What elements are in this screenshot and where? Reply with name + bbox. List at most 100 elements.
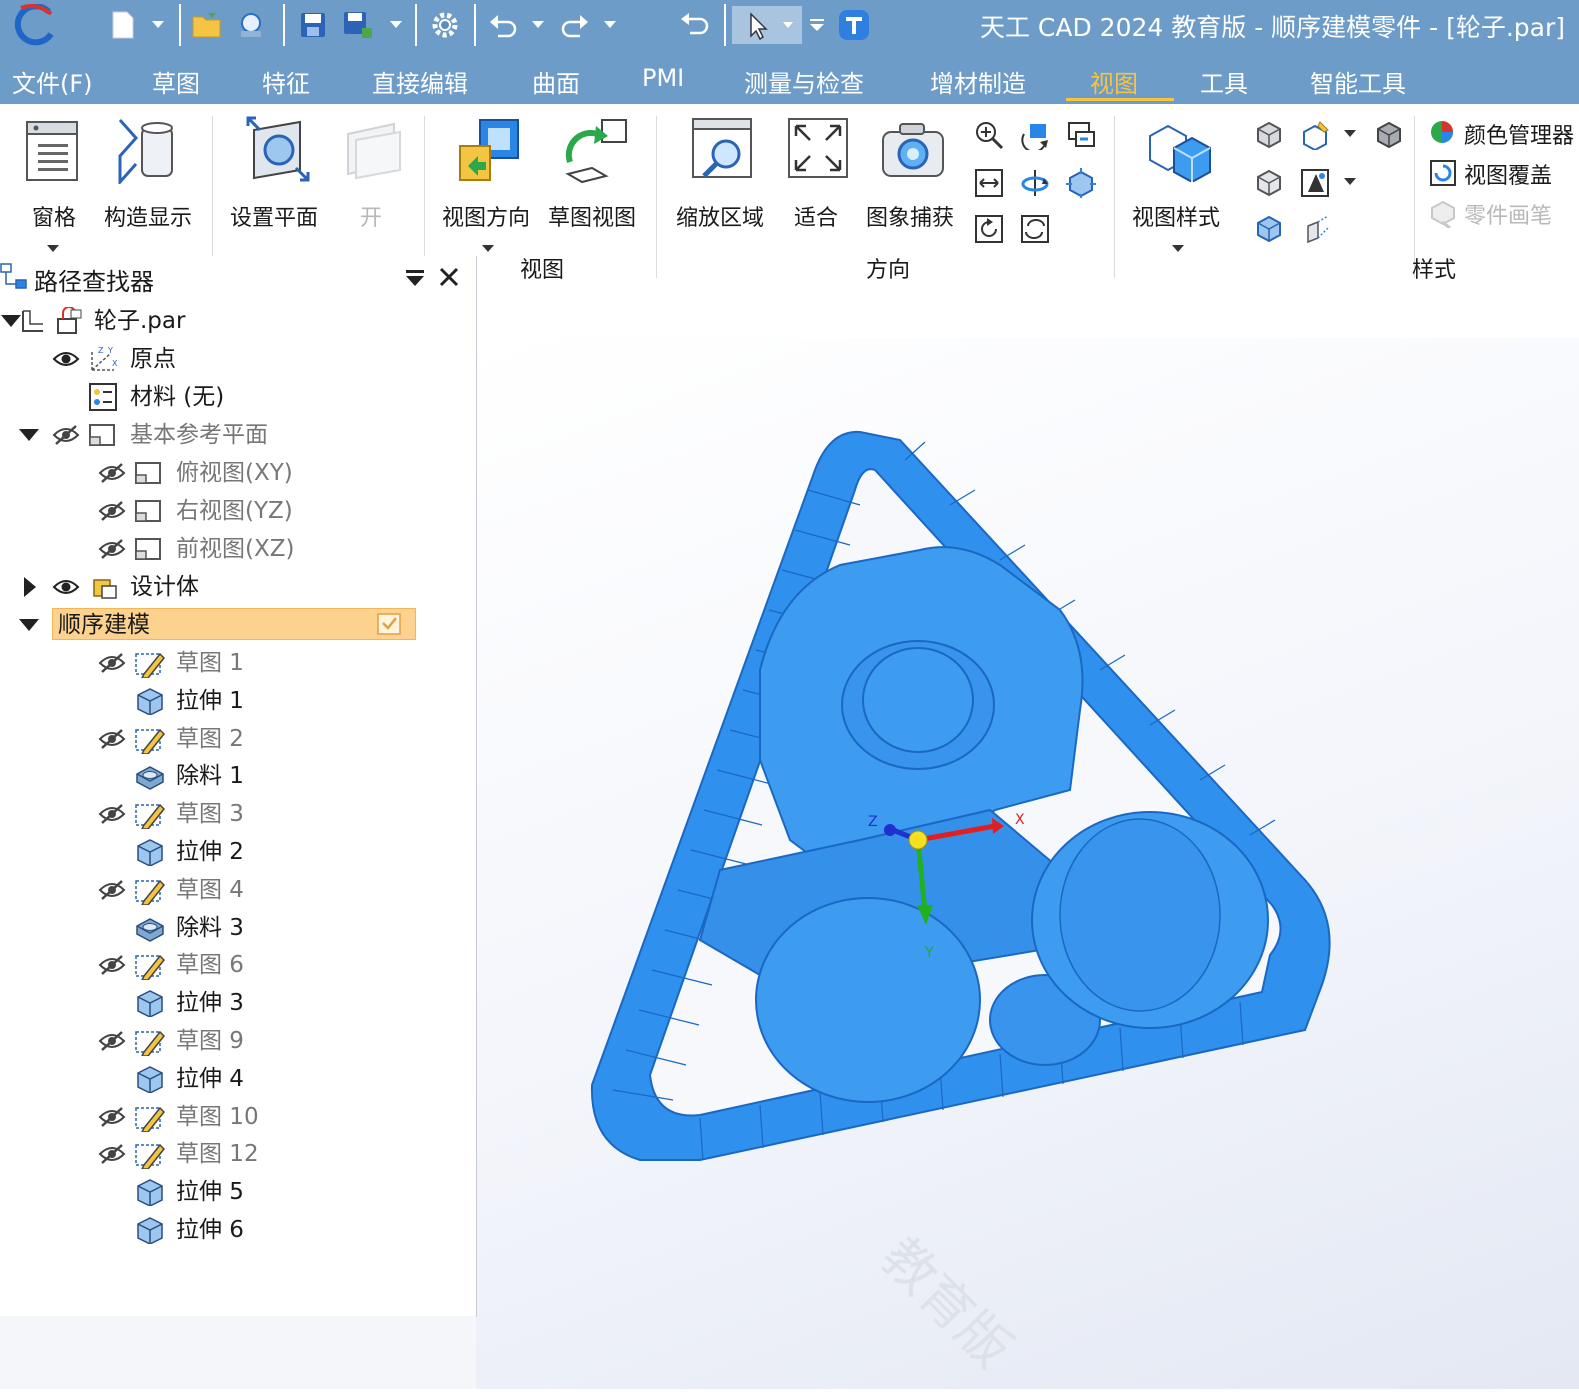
shaded-edges-icon[interactable] — [1300, 120, 1330, 150]
hidden-eye-icon[interactable] — [98, 875, 126, 905]
view-direction-dropdown-chevron-icon[interactable] — [482, 245, 494, 252]
undo-dropdown-chevron-icon[interactable] — [528, 6, 548, 44]
view-direction-button[interactable] — [456, 116, 522, 186]
open-folder-icon[interactable] — [190, 6, 226, 44]
extrude-icon — [134, 686, 166, 716]
construct-display-button[interactable] — [114, 116, 180, 184]
toolbar-divider — [474, 4, 476, 46]
redo-icon[interactable] — [558, 6, 592, 44]
shaded-icon[interactable] — [1254, 120, 1284, 150]
visible-edges-icon[interactable] — [1254, 214, 1284, 244]
hidden-eye-icon[interactable] — [98, 1026, 126, 1056]
redo-dropdown-chevron-icon[interactable] — [600, 6, 620, 44]
menu-sketch[interactable]: 草图 — [152, 64, 200, 99]
hidden-eye-icon[interactable] — [98, 724, 126, 754]
shadow-icon[interactable] — [1300, 168, 1330, 198]
menu-pmi[interactable]: PMI — [642, 64, 684, 92]
perspective-icon[interactable] — [1300, 214, 1330, 244]
menu-additive[interactable]: 增材制造 — [930, 64, 1026, 99]
rotate-view-icon[interactable] — [1020, 120, 1050, 150]
look-at-face-icon[interactable] — [1066, 168, 1096, 198]
menu-file[interactable]: 文件(F) — [12, 64, 93, 99]
title-bar: 天工 CAD 2024 教育版 - 顺序建模零件 - [轮子.par] — [0, 0, 1579, 50]
extrude-icon — [134, 1064, 166, 1094]
menu-view[interactable]: 视图 — [1090, 64, 1138, 99]
zoom-in-icon[interactable] — [974, 120, 1004, 150]
color-manager-label[interactable]: 颜色管理器 — [1464, 118, 1574, 150]
hidden-edges-icon[interactable] — [1254, 168, 1284, 198]
sketch-view-icon — [565, 119, 627, 184]
visible-eye-icon[interactable] — [52, 572, 80, 602]
hidden-eye-icon[interactable] — [98, 1139, 126, 1169]
fit-button[interactable] — [786, 116, 850, 182]
settings-gear-icon[interactable] — [426, 6, 464, 44]
menu-direct-edit[interactable]: 直接编辑 — [372, 64, 468, 99]
spin-about-icon[interactable] — [1020, 168, 1050, 198]
hidden-eye-icon[interactable] — [98, 950, 126, 980]
sketch-icon — [134, 1102, 166, 1132]
menu-surface[interactable]: 曲面 — [532, 64, 580, 99]
style-dropdown-chevron-icon[interactable] — [1342, 126, 1358, 142]
menu-tools[interactable]: 工具 — [1200, 64, 1248, 99]
open-web-icon[interactable] — [234, 6, 268, 44]
view-style-button[interactable] — [1146, 120, 1214, 182]
menu-smart-tools[interactable]: 智能工具 — [1310, 64, 1406, 99]
shadow-dropdown-chevron-icon[interactable] — [1342, 174, 1358, 190]
close-pane-icon[interactable] — [438, 266, 460, 288]
select-tool-button[interactable] — [732, 6, 802, 44]
visible-eye-icon[interactable] — [52, 344, 80, 374]
expand-design-body-icon[interactable] — [22, 572, 38, 602]
image-capture-button[interactable] — [880, 118, 946, 180]
wireframe-icon[interactable] — [1374, 120, 1404, 150]
new-file-icon[interactable] — [106, 6, 140, 44]
hidden-eye-icon[interactable] — [98, 1102, 126, 1132]
part-painter-icon[interactable] — [1428, 198, 1458, 228]
rotate-cw-icon[interactable] — [974, 214, 1004, 244]
part-model[interactable]: 教育版 X Y Z — [476, 338, 1579, 1389]
svg-text:X: X — [112, 359, 118, 368]
ordered-check-icon[interactable] — [376, 612, 402, 642]
toolbar-divider — [283, 4, 285, 46]
sketch-view-label: 草图视图 — [548, 206, 637, 231]
menu-feature[interactable]: 特征 — [262, 64, 310, 99]
app-logo-icon[interactable] — [8, 4, 60, 46]
undo-icon[interactable] — [486, 6, 520, 44]
color-manager-icon[interactable] — [1428, 118, 1458, 148]
pane-button[interactable] — [24, 118, 82, 184]
hidden-eye-icon[interactable] — [98, 799, 126, 829]
hidden-eye-icon[interactable] — [98, 496, 126, 526]
pan-icon[interactable] — [974, 168, 1004, 198]
collapse-root-icon[interactable] — [0, 306, 22, 336]
tiangong-t-icon[interactable] — [836, 6, 872, 44]
graphics-viewport[interactable]: 教育版 X Y Z — [476, 338, 1579, 1389]
return-icon[interactable] — [676, 6, 712, 44]
pane-options-icon[interactable] — [404, 268, 426, 288]
menu-measure-inspect[interactable]: 测量与检查 — [744, 64, 864, 99]
hidden-eye-icon[interactable] — [98, 458, 126, 488]
part-painter-label[interactable]: 零件画笔 — [1464, 198, 1552, 230]
new-dropdown-chevron-icon[interactable] — [148, 6, 168, 44]
save-as-icon[interactable] — [340, 6, 376, 44]
collapse-planes-icon[interactable] — [18, 420, 40, 450]
hidden-eye-icon[interactable] — [98, 534, 126, 564]
rotate-ccw-icon[interactable] — [1020, 214, 1050, 244]
view-override-label[interactable]: 视图覆盖 — [1464, 158, 1552, 190]
open-plane-button[interactable] — [342, 120, 402, 180]
view-style-icon — [1149, 124, 1211, 182]
view-style-dropdown-chevron-icon[interactable] — [1172, 245, 1184, 252]
view-transfer-icon[interactable] — [1066, 120, 1096, 150]
zoom-area-button[interactable] — [690, 116, 756, 182]
collapse-ordered-icon[interactable] — [18, 610, 40, 640]
ribbon-group-orientation: 方向 — [866, 258, 911, 283]
set-plane-icon — [246, 116, 310, 182]
extrude-icon — [134, 1177, 166, 1207]
save-dropdown-chevron-icon[interactable] — [386, 6, 406, 44]
set-plane-button[interactable] — [244, 116, 312, 182]
hidden-eye-icon[interactable] — [98, 648, 126, 678]
hidden-eye-icon[interactable] — [52, 420, 80, 450]
customize-toolbar-icon[interactable] — [806, 6, 828, 44]
view-override-icon[interactable] — [1428, 158, 1458, 188]
sketch-view-button[interactable] — [562, 116, 630, 186]
save-icon[interactable] — [296, 6, 330, 44]
pane-dropdown-chevron-icon[interactable] — [47, 245, 59, 252]
